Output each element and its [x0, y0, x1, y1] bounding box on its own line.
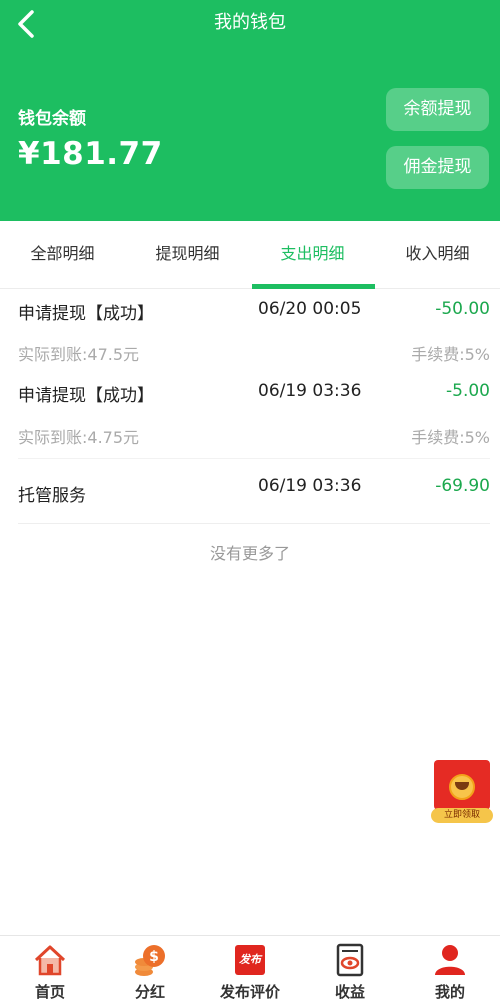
balance-value: ¥181.77 [18, 136, 163, 172]
record-amount: -50.00 [435, 299, 490, 319]
record-time: 06/19 03:36 [258, 381, 362, 401]
publish-icon-text: 发布 [239, 953, 261, 966]
bottom-nav: 首页 $ 分红 发布 发布评价 收益 我的 [0, 935, 500, 1000]
no-more-text: 没有更多了 [209, 544, 290, 563]
nav-label: 发布评价 [219, 983, 280, 1000]
balance-label: 钱包余额 [18, 109, 86, 129]
nav-label: 我的 [434, 983, 465, 1000]
list-item: 申请提现【成功】 06/20 00:05 -50.00 实际到账:47.5元 手… [18, 289, 490, 372]
wallet-header: 我的钱包 钱包余额 ¥181.77 余额提现 佣金提现 [0, 0, 500, 221]
nav-earnings[interactable]: 收益 [300, 936, 400, 1000]
commission-withdraw-button[interactable]: 佣金提现 [386, 146, 489, 189]
record-fee: 手续费:5% [411, 428, 490, 447]
record-time: 06/19 03:36 [258, 476, 362, 496]
nav-label: 分红 [134, 983, 165, 1000]
record-fee: 手续费:5% [411, 345, 490, 364]
tab-label: 支出明细 [280, 244, 345, 263]
record-title: 托管服务 [18, 486, 86, 506]
nav-dividend[interactable]: $ 分红 [100, 936, 200, 1000]
record-title: 申请提现【成功】 [18, 386, 154, 406]
list-item: 托管服务 06/19 03:36 -69.90 [18, 458, 490, 524]
record-received: 实际到账:4.75元 [18, 428, 140, 447]
svg-text:$: $ [149, 949, 159, 965]
home-icon [34, 945, 66, 976]
tab-label: 全部明细 [30, 244, 95, 263]
red-envelope-button[interactable]: 立即领取 [431, 760, 493, 826]
record-list: 申请提现【成功】 06/20 00:05 -50.00 实际到账:47.5元 手… [18, 289, 490, 524]
record-time: 06/20 00:05 [258, 299, 362, 319]
nav-home[interactable]: 首页 [0, 936, 100, 1000]
detail-tabs: 全部明细 提现明细 支出明细 收入明细 [0, 221, 500, 289]
record-title: 申请提现【成功】 [18, 304, 154, 324]
tab-expense-details[interactable]: 支出明细 [250, 221, 375, 289]
tab-all-details[interactable]: 全部明细 [0, 221, 125, 289]
list-item: 申请提现【成功】 06/19 03:36 -5.00 实际到账:4.75元 手续… [18, 372, 490, 458]
record-amount: -5.00 [446, 381, 490, 401]
nav-publish-review[interactable]: 发布 发布评价 [200, 936, 300, 1000]
coins-icon: $ [135, 945, 165, 976]
nav-label: 首页 [34, 983, 65, 1000]
record-received: 实际到账:47.5元 [18, 345, 140, 364]
nav-profile[interactable]: 我的 [400, 936, 500, 1000]
tab-withdraw-details[interactable]: 提现明细 [125, 221, 250, 289]
tab-label: 收入明细 [405, 244, 470, 263]
record-amount: -69.90 [435, 476, 490, 496]
balance-withdraw-button[interactable]: 余额提现 [386, 88, 489, 131]
page-title: 我的钱包 [214, 12, 286, 33]
tab-label: 提现明细 [155, 244, 220, 263]
red-envelope-label: 立即领取 [431, 808, 493, 823]
profile-icon [435, 945, 465, 975]
tab-income-details[interactable]: 收入明细 [375, 221, 500, 289]
nav-label: 收益 [334, 983, 365, 1000]
earnings-icon [336, 943, 364, 977]
